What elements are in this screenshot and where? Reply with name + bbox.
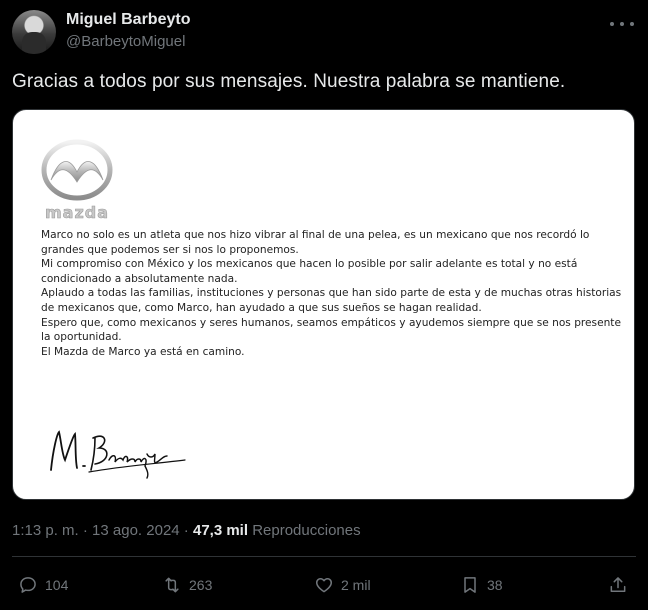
letter-paragraph: Marco no solo es un atleta que nos hizo … — [41, 229, 590, 256]
letter-paragraph: Aplaudo a todas las familias, institucio… — [41, 287, 622, 314]
mazda-logo: mazda — [41, 139, 113, 222]
action-bar: 104 263 2 mil 38 — [12, 570, 636, 600]
tweet-time[interactable]: 1:13 p. m. — [12, 522, 79, 539]
reply-button[interactable]: 104 — [18, 570, 68, 600]
like-count: 2 mil — [341, 577, 371, 593]
reply-icon — [20, 577, 36, 593]
views-count: 47,3 mil — [192, 522, 249, 539]
letter-body: Marco no solo es un atleta que nos hizo … — [41, 228, 631, 359]
bookmark-icon — [464, 577, 476, 593]
reply-count: 104 — [45, 577, 69, 593]
letter-paragraph: Espero que, como mexicanos y seres human… — [41, 316, 621, 344]
retweet-count: 263 — [189, 577, 213, 593]
divider — [12, 556, 636, 557]
more-icon[interactable] — [610, 14, 634, 34]
retweet-button[interactable]: 263 — [162, 570, 212, 600]
author-name[interactable]: Miguel Barbeyto — [66, 11, 190, 29]
meta-separator: · — [179, 522, 193, 539]
retweet-icon — [165, 577, 179, 593]
avatar[interactable] — [12, 10, 56, 54]
tweet-header: Miguel Barbeyto @BarbeytoMiguel — [12, 8, 636, 56]
bookmark-button[interactable]: 38 — [460, 570, 503, 600]
bookmark-count: 38 — [487, 577, 503, 593]
meta-separator: · — [78, 522, 93, 539]
handwritten-signature — [50, 430, 186, 479]
tweet-date[interactable]: 13 ago. 2024 — [92, 522, 180, 539]
mazda-logo-text: mazda — [45, 203, 109, 222]
tweet-meta: 1:13 p. m. · 13 ago. 2024 · 47,3 mil Rep… — [12, 522, 361, 539]
like-button[interactable]: 2 mil — [314, 570, 371, 600]
views-label: Reproducciones — [248, 522, 361, 539]
share-icon — [610, 577, 626, 592]
share-button[interactable] — [608, 570, 635, 600]
avatar-figure — [22, 32, 46, 54]
tweet-media-image[interactable]: mazda Marco no solo es un atleta que nos… — [12, 109, 635, 500]
letter-paragraph: El Mazda de Marco ya está en camino. — [41, 345, 245, 358]
author-handle[interactable]: @BarbeytoMiguel — [66, 33, 185, 50]
heart-icon — [315, 578, 333, 593]
letter-paragraph: Mi compromiso con México y los mexicanos… — [41, 258, 578, 285]
tweet-text: Gracias a todos por sus mensajes. Nuestr… — [12, 71, 566, 92]
